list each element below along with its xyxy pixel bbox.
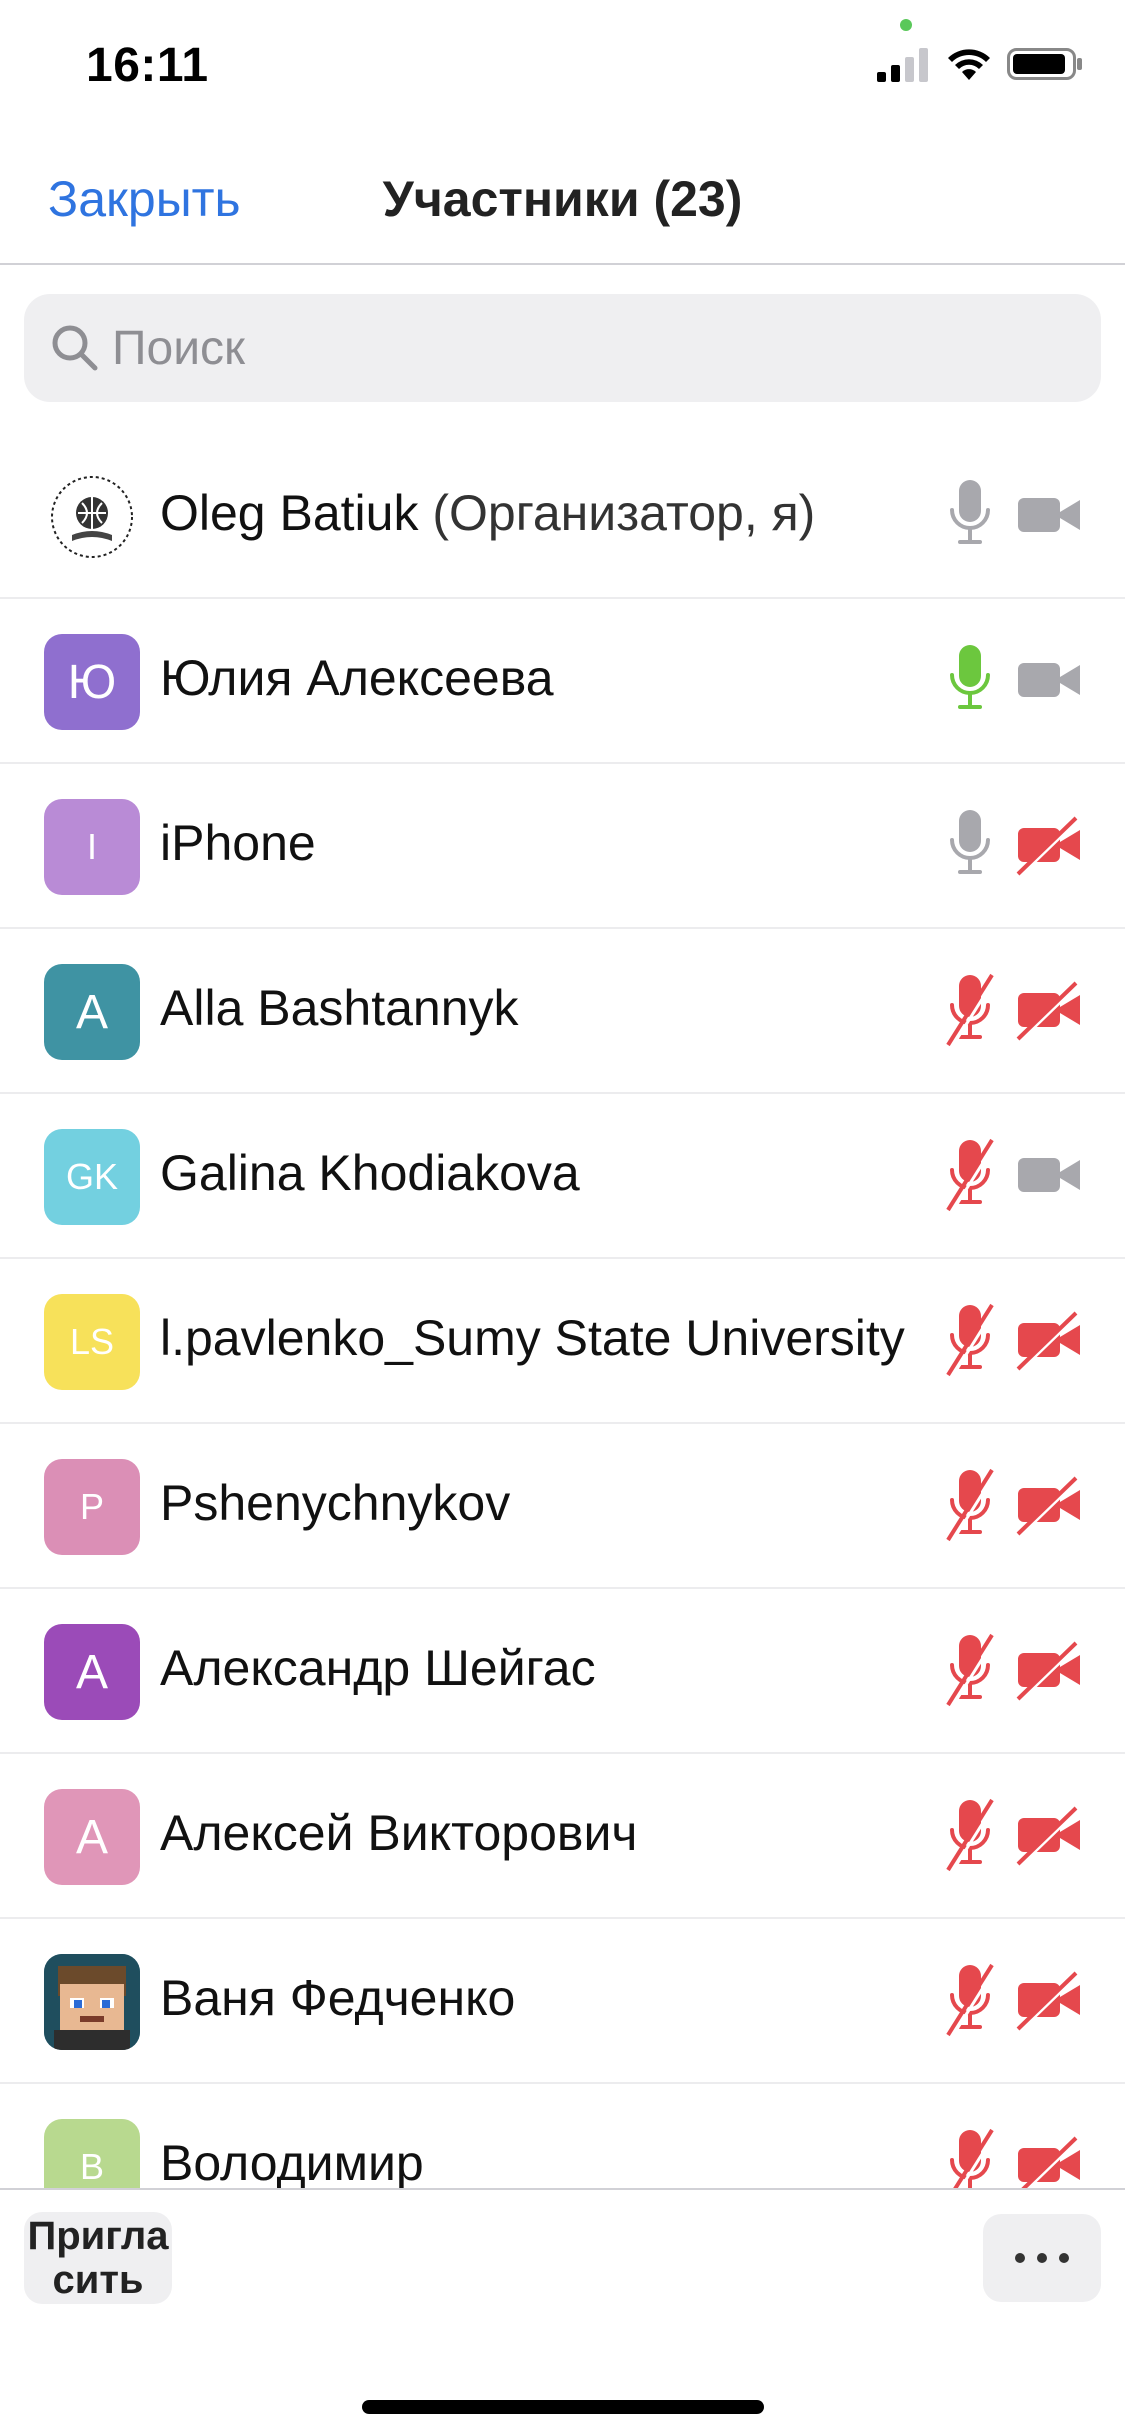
avatar: A: [44, 1624, 140, 1720]
camera-off-icon[interactable]: [1016, 1969, 1082, 2033]
camera-off-icon[interactable]: [1016, 1804, 1082, 1868]
page-title: Участники (23): [382, 171, 743, 227]
participant-name: Ваня Федченко: [160, 1969, 515, 2027]
avatar: B: [44, 2119, 140, 2188]
more-dot: [1015, 2253, 1025, 2263]
microphone-muted-icon[interactable]: [944, 1631, 998, 1711]
camera-off-icon[interactable]: [1016, 979, 1082, 1043]
battery-icon: [1007, 48, 1082, 80]
participant-name-text: Pshenychnykov: [160, 1475, 511, 1531]
camera-icon[interactable]: [1016, 649, 1082, 713]
more-dot: [1059, 2253, 1069, 2263]
camera-icon[interactable]: [1016, 1144, 1082, 1208]
privacy-indicator-dot: [900, 19, 912, 31]
participant-name: l.pavlenko_Sumy State University: [160, 1309, 905, 1367]
participant-row[interactable]: Oleg Batiuk (Организатор, я): [0, 434, 1125, 599]
wifi-icon: [948, 49, 990, 80]
microphone-muted-icon[interactable]: [944, 2126, 998, 2188]
more-button[interactable]: [983, 2214, 1101, 2302]
participant-name: Pshenychnykov: [160, 1474, 510, 1532]
avatar-photo: [44, 1954, 140, 2050]
participant-row[interactable]: Ваня Федченко: [0, 1919, 1125, 2084]
home-indicator[interactable]: [362, 2400, 764, 2414]
participant-name: Володимир: [160, 2134, 424, 2188]
microphone-icon[interactable]: [944, 476, 996, 556]
participant-row[interactable]: IiPhone: [0, 764, 1125, 929]
microphone-muted-icon[interactable]: [944, 1796, 998, 1876]
camera-icon[interactable]: [1016, 484, 1082, 548]
participant-name: iPhone: [160, 814, 316, 872]
avatar: I: [44, 799, 140, 895]
avatar: GK: [44, 1129, 140, 1225]
status-bar: 16:11: [0, 0, 1125, 140]
participant-name-text: Александр Шейгас: [160, 1640, 596, 1696]
participant-row[interactable]: GK Galina Khodiakova: [0, 1094, 1125, 1259]
avatar: LS: [44, 1294, 140, 1390]
participant-name: Galina Khodiakova: [160, 1144, 580, 1202]
camera-off-icon[interactable]: [1016, 1474, 1082, 1538]
microphone-muted-icon[interactable]: [944, 1466, 998, 1546]
participant-list[interactable]: Oleg Batiuk (Организатор, я) Ю Юлия Алексе…: [0, 434, 1125, 2188]
participant-row[interactable]: P Pshenychnykov: [0, 1424, 1125, 1589]
microphone-muted-icon[interactable]: [944, 971, 998, 1051]
status-icons: [875, 46, 1083, 82]
participant-name: Юлия Алексеева: [160, 649, 554, 707]
avatar: P: [44, 1459, 140, 1555]
avatar: Ю: [44, 634, 140, 730]
participant-name: Алексей Викторович: [160, 1804, 637, 1862]
microphone-icon[interactable]: [944, 641, 996, 721]
participant-row[interactable]: A Алексей Викторович: [0, 1754, 1125, 1919]
participant-name: Alla Bashtannyk: [160, 979, 519, 1037]
status-time: 16:11: [86, 39, 209, 92]
search-input[interactable]: Поиск: [24, 294, 1101, 402]
participant-name-text: Ваня Федченко: [160, 1970, 516, 2026]
participant-row[interactable]: LS l.pavlenko_Sumy State University: [0, 1259, 1125, 1424]
participant-name-text: Юлия Алексеева: [160, 650, 554, 706]
participant-name-text: Oleg Batiuk: [160, 485, 419, 541]
invite-button[interactable]: Пригласить: [24, 2212, 172, 2304]
participant-name-text: Galina Khodiakova: [160, 1145, 580, 1201]
participant-row[interactable]: Ю Юлия Алексеева: [0, 599, 1125, 764]
camera-off-icon[interactable]: [1016, 1639, 1082, 1703]
camera-off-icon[interactable]: [1016, 814, 1082, 878]
participant-name: Oleg Batiuk (Организатор, я): [160, 484, 815, 542]
camera-off-icon[interactable]: [1016, 1309, 1082, 1373]
participant-name: Александр Шейгас: [160, 1639, 596, 1697]
more-dot: [1037, 2253, 1047, 2263]
participant-row[interactable]: A Alla Bashtannyk: [0, 929, 1125, 1094]
cellular-signal-icon: [877, 48, 928, 82]
participant-name-text: Алексей Викторович: [160, 1805, 638, 1861]
microphone-muted-icon[interactable]: [944, 1136, 998, 1216]
microphone-muted-icon[interactable]: [944, 1961, 998, 2041]
avatar: A: [44, 1789, 140, 1885]
participant-name-text: iPhone: [160, 815, 316, 871]
camera-off-icon[interactable]: [1016, 2134, 1082, 2188]
microphone-icon[interactable]: [944, 806, 996, 886]
search-icon: [52, 325, 98, 371]
bottom-toolbar: Пригласить: [0, 2188, 1125, 2436]
participant-name-text: Володимир: [160, 2135, 424, 2188]
avatar: A: [44, 964, 140, 1060]
participant-name-text: l.pavlenko_Sumy State University: [160, 1310, 905, 1366]
participant-name-text: Alla Bashtannyk: [160, 980, 519, 1036]
nav-bar: Закрыть Участники (23): [0, 140, 1125, 265]
microphone-muted-icon[interactable]: [944, 1301, 998, 1381]
participant-row[interactable]: B Володимир: [0, 2084, 1125, 2188]
participant-role: (Организатор, я): [432, 485, 816, 541]
participant-row[interactable]: A Александр Шейгас: [0, 1589, 1125, 1754]
organization-logo-avatar: [44, 469, 140, 565]
search-placeholder: Поиск: [112, 321, 246, 375]
